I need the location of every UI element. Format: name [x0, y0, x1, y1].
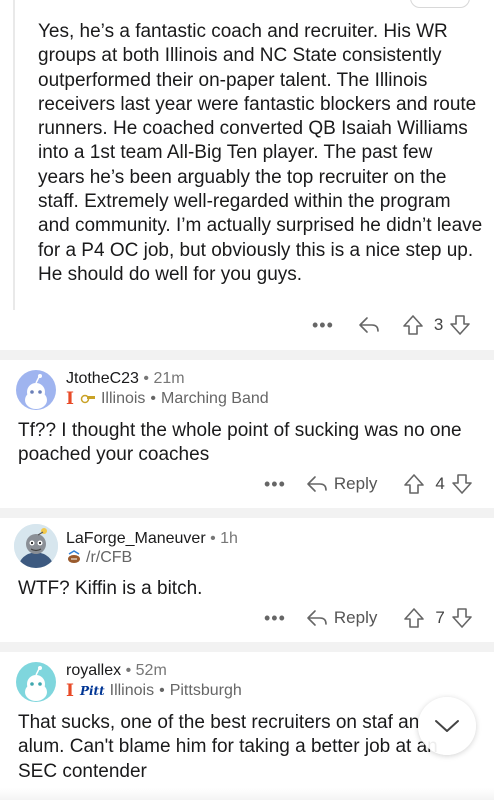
- illinois-logo-icon: I: [66, 389, 74, 409]
- comment-header: LaForge_Maneuver • 1h: [66, 530, 238, 548]
- upvote-arrow-icon[interactable]: [403, 607, 425, 629]
- flair-team: Illinois: [109, 682, 155, 699]
- parent-comment: Yes, he’s a fantastic coach and recruite…: [0, 0, 494, 350]
- upvote-arrow-icon[interactable]: [403, 473, 425, 495]
- reply-label: Reply: [333, 608, 378, 627]
- user-flair: I Illinois • Marching Band: [66, 389, 269, 409]
- username[interactable]: JtotheC23: [66, 370, 139, 387]
- comment-body: That sucks, one of the best recruiters o…: [18, 712, 438, 782]
- comment-header: royallex • 52m: [66, 662, 167, 680]
- timestamp: 52m: [135, 662, 167, 679]
- avatar[interactable]: [14, 524, 58, 568]
- separator-dot: •: [150, 390, 157, 407]
- separator-dot: •: [125, 662, 132, 679]
- illinois-logo-icon: I: [66, 681, 74, 701]
- reply-arrow-icon[interactable]: [358, 315, 380, 335]
- comment-separator: [0, 508, 494, 518]
- comment-separator: [0, 642, 494, 652]
- flair-extra: Pittsburgh: [169, 682, 242, 699]
- pitt-logo-icon: Pitt: [79, 684, 105, 698]
- comment-actions: ••• Reply 4: [264, 473, 473, 495]
- vote-count: 4: [435, 474, 445, 493]
- chevron-down-icon: [435, 720, 459, 732]
- more-dots-icon[interactable]: •••: [264, 475, 286, 493]
- cfb-football-icon: [68, 550, 80, 563]
- thread-line[interactable]: [13, 0, 15, 310]
- reply-button[interactable]: Reply: [306, 608, 377, 628]
- whistle-icon: [80, 394, 95, 404]
- comment-actions: ••• 3: [312, 314, 471, 336]
- downvote-arrow-icon[interactable]: [449, 314, 471, 336]
- username[interactable]: LaForge_Maneuver: [66, 530, 206, 547]
- reply-button[interactable]: Reply: [306, 474, 377, 494]
- vote-count: 7: [435, 608, 445, 627]
- comment-laforge-maneuver: LaForge_Maneuver • 1h /r/CFB WTF? Kiffin…: [0, 518, 494, 642]
- more-dots-icon[interactable]: •••: [264, 609, 286, 627]
- flair-extra: Marching Band: [161, 390, 269, 407]
- bottom-edge: [0, 788, 494, 800]
- reply-arrow-icon: [307, 476, 327, 492]
- separator-dot: •: [210, 530, 216, 547]
- flair-team: Illinois: [100, 390, 146, 407]
- flair-team: /r/CFB: [86, 549, 133, 566]
- separator-dot: •: [143, 370, 149, 387]
- username[interactable]: royallex: [66, 662, 121, 679]
- custom-snoo-avatar-icon: [14, 524, 58, 568]
- timestamp: 21m: [153, 370, 185, 387]
- snoo-avatar-icon: [25, 374, 47, 409]
- comment-body: Yes, he’s a fantastic coach and recruite…: [38, 21, 483, 285]
- downvote-arrow-icon[interactable]: [451, 607, 473, 629]
- comment-body: Tf?? I thought the whole point of suckin…: [18, 420, 462, 466]
- downvote-arrow-icon[interactable]: [451, 473, 473, 495]
- user-flair: I Pitt Illinois • Pittsburgh: [66, 681, 242, 701]
- upvote-arrow-icon[interactable]: [402, 314, 424, 336]
- avatar[interactable]: [16, 370, 56, 410]
- timestamp: 1h: [220, 530, 238, 547]
- avatar[interactable]: [16, 662, 56, 702]
- separator-dot: •: [159, 682, 165, 699]
- vote-count: 3: [433, 315, 444, 334]
- user-flair: /r/CFB: [66, 549, 132, 567]
- reply-arrow-icon: [307, 610, 327, 626]
- comment-separator: [0, 350, 494, 360]
- snoo-avatar-icon: [25, 666, 47, 701]
- more-dots-icon[interactable]: •••: [312, 316, 334, 334]
- scroll-down-button[interactable]: [418, 697, 476, 755]
- comment-actions: ••• Reply 7: [264, 607, 473, 629]
- comment-header: JtotheC23 • 21m: [66, 370, 185, 388]
- comment-body: WTF? Kiffin is a bitch.: [18, 578, 203, 599]
- reply-label: Reply: [333, 474, 378, 493]
- comment-jtothec23: JtotheC23 • 21m I Illinois • Marching Ba…: [0, 360, 494, 508]
